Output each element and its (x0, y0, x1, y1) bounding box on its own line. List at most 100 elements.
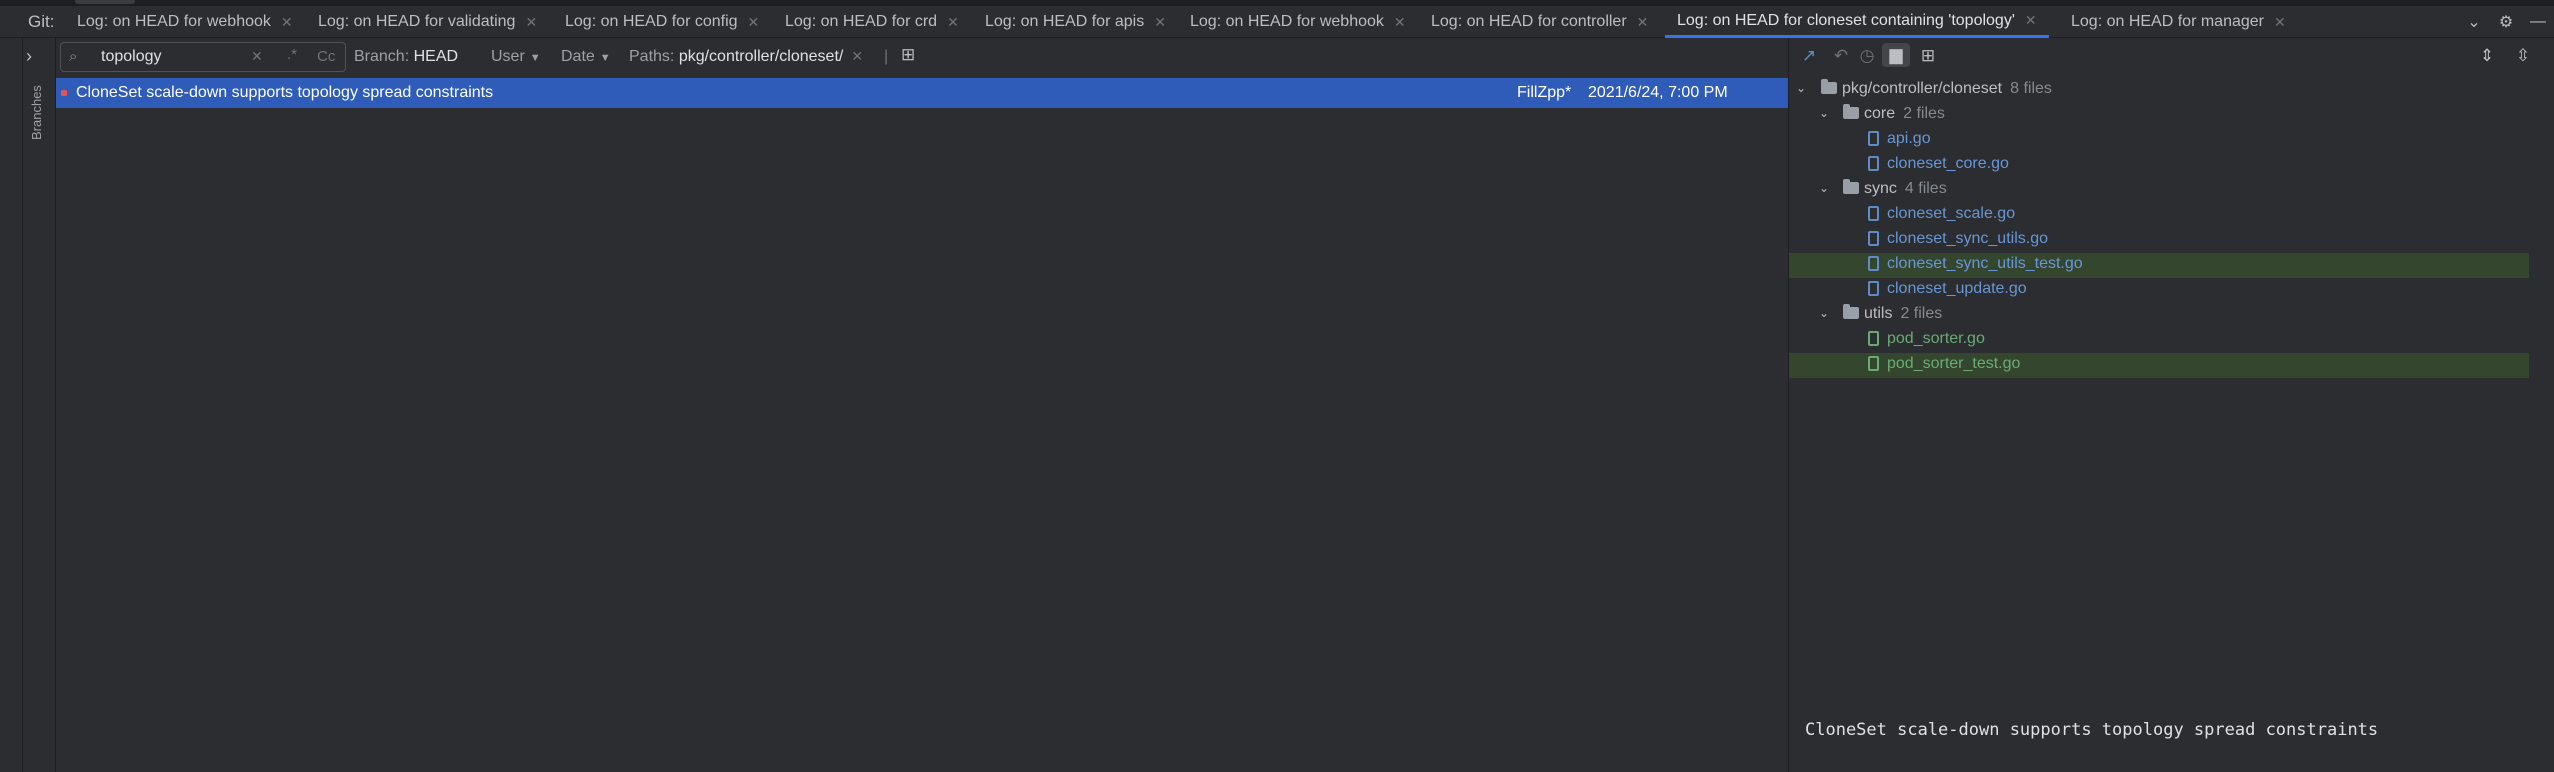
tab-log-validating[interactable]: Log: on HEAD for validating ✕ (318, 6, 537, 38)
tab-label: Log: on HEAD for controller (1431, 13, 1627, 30)
go-file-icon (1868, 331, 1879, 346)
chevron-down-icon[interactable]: ⌄ (1796, 81, 1806, 95)
minimize-icon[interactable]: — (2522, 13, 2554, 31)
user-filter[interactable]: User ▼ (491, 48, 541, 66)
revert-icon[interactable]: ↶ (1827, 46, 1855, 66)
collapse-all-icon[interactable]: ⇳ (2509, 46, 2537, 66)
go-file-icon (1868, 281, 1879, 296)
diff-icon[interactable]: ↗ (1795, 46, 1823, 66)
tree-file[interactable]: cloneset_sync_utils_test.go (1789, 253, 2529, 278)
tree-file[interactable]: cloneset_core.go (1789, 153, 2529, 178)
tree-file[interactable]: cloneset_update.go (1789, 278, 2529, 303)
tab-label: Log: on HEAD for config (565, 13, 738, 30)
tree-file[interactable]: pod_sorter.go (1789, 328, 2529, 353)
chevron-right-icon[interactable]: › (26, 46, 32, 67)
file-name: cloneset_scale.go (1887, 205, 2016, 222)
folder-icon (1843, 104, 1859, 119)
close-icon[interactable]: ✕ (2025, 12, 2037, 29)
commit-list: CloneSet scale-down supports topology sp… (56, 78, 1788, 772)
close-icon[interactable]: ✕ (947, 14, 959, 31)
close-icon[interactable]: ✕ (1394, 14, 1406, 31)
folder-name: pkg/controller/cloneset (1842, 80, 2003, 97)
close-icon[interactable]: ✕ (281, 14, 293, 31)
chevron-down-icon[interactable]: ⌄ (1819, 106, 1829, 120)
chevron-down-icon[interactable]: ⌄ (1819, 306, 1829, 320)
go-file-icon (1868, 231, 1879, 246)
git-label: Git: (28, 12, 55, 31)
regex-toggle[interactable]: .* (287, 46, 297, 63)
tree-folder-sync[interactable]: ⌄ sync 4 files (1789, 178, 2529, 203)
commit-message: CloneSet scale-down supports topology sp… (76, 84, 494, 101)
go-test-file-icon (1868, 256, 1879, 271)
folder-icon (1821, 79, 1837, 94)
tab-log-cloneset-topology[interactable]: Log: on HEAD for cloneset containing 'to… (1665, 6, 2049, 38)
changed-files-tree: ⌄ pkg/controller/cloneset 8 files ⌄ core 2… (1789, 78, 2529, 478)
tree-root[interactable]: ⌄ pkg/controller/cloneset 8 files (1789, 78, 2529, 103)
file-name: cloneset_core.go (1887, 155, 2009, 172)
filter-toolbar: ⌕ topology ✕ .* Cc Branch: HEAD User ▼ Da… (56, 38, 1788, 78)
tab-label: Log: on HEAD for crd (785, 13, 938, 30)
tab-log-apis[interactable]: Log: on HEAD for apis ✕ (985, 6, 1166, 38)
tab-log-config[interactable]: Log: on HEAD for config ✕ (565, 6, 759, 38)
close-icon[interactable]: ✕ (748, 14, 760, 31)
commit-details-message: CloneSet scale-down supports topology sp… (1805, 720, 2379, 740)
folder-name: utils (1864, 305, 1893, 322)
close-icon[interactable]: ✕ (1154, 14, 1166, 31)
tree-file[interactable]: cloneset_sync_utils.go (1789, 228, 2529, 253)
tab-log-crd[interactable]: Log: on HEAD for crd ✕ (785, 6, 959, 38)
tree-folder-utils[interactable]: ⌄ utils 2 files (1789, 303, 2529, 328)
close-icon[interactable]: ✕ (2274, 14, 2286, 31)
group-icon[interactable]: ⊞ (1914, 46, 1942, 66)
tab-log-webhook[interactable]: Log: on HEAD for webhook ✕ (77, 6, 293, 38)
toolbar-separator: | (884, 48, 889, 65)
paths-filter-label: Paths: (629, 48, 675, 65)
tab-log-controller[interactable]: Log: on HEAD for controller ✕ (1431, 6, 1648, 38)
tabbar-actions: ⌄ ⚙ — (2458, 6, 2554, 38)
branch-filter-value: HEAD (413, 48, 459, 65)
folder-icon (1843, 304, 1859, 319)
gear-icon[interactable]: ⚙ (2490, 12, 2522, 32)
file-count: 2 files (1903, 105, 1945, 122)
close-icon[interactable]: ✕ (525, 14, 537, 31)
paths-filter[interactable]: Paths: pkg/controller/cloneset/ ✕ (629, 48, 863, 66)
file-name: pod_sorter_test.go (1887, 355, 2021, 372)
file-count: 2 files (1900, 305, 1943, 322)
history-icon[interactable]: ◷ (1853, 46, 1881, 66)
paths-filter-value: pkg/controller/cloneset/ (678, 48, 844, 65)
branch-filter[interactable]: Branch: HEAD (354, 48, 458, 66)
go-file-icon (1868, 206, 1879, 221)
tab-label: Log: on HEAD for cloneset containing 'to… (1677, 11, 2015, 29)
file-name: cloneset_sync_utils_test.go (1887, 255, 2083, 272)
branch-filter-label: Branch: (354, 48, 410, 65)
folder-icon[interactable]: ▆ (1882, 43, 1910, 67)
tab-log-webhook-2[interactable]: Log: on HEAD for webhook ✕ (1190, 6, 1406, 38)
branches-panel-toggle[interactable]: Branches (29, 85, 44, 140)
left-strip (0, 38, 23, 772)
tab-log-manager[interactable]: Log: on HEAD for manager ✕ (2071, 6, 2286, 38)
commit-date: 2021/6/24, 7:00 PM (1588, 84, 1728, 101)
chevron-down-icon[interactable]: ⌄ (2458, 12, 2490, 32)
tree-file[interactable]: pod_sorter_test.go (1789, 353, 2529, 378)
close-icon[interactable]: ✕ (851, 48, 863, 64)
tab-bar: Git: Log: on HEAD for webhook ✕ Log: on H… (0, 6, 2554, 38)
search-icon: ⌕ (69, 48, 78, 65)
tree-file[interactable]: api.go (1789, 128, 2529, 153)
tree-folder-core[interactable]: ⌄ core 2 files (1789, 103, 2529, 128)
folder-name: sync (1864, 180, 1897, 197)
tree-file[interactable]: cloneset_scale.go (1789, 203, 2529, 228)
tab-label: Log: on HEAD for validating (318, 13, 516, 30)
tab-label: Log: on HEAD for apis (985, 13, 1145, 30)
user-filter-label: User (491, 48, 525, 65)
close-icon[interactable]: ✕ (1637, 14, 1649, 31)
expand-all-icon[interactable]: ⇕ (2473, 46, 2501, 66)
table-row[interactable]: CloneSet scale-down supports topology sp… (56, 78, 1788, 108)
match-case-toggle[interactable]: Cc (317, 48, 335, 65)
search-input[interactable]: ⌕ topology ✕ .* Cc (60, 42, 346, 72)
new-tab-icon[interactable]: ⊞ (901, 45, 915, 65)
chevron-down-icon[interactable]: ⌄ (1819, 181, 1829, 195)
date-filter[interactable]: Date ▼ (561, 48, 611, 66)
folder-icon (1843, 179, 1859, 194)
file-name: cloneset_sync_utils.go (1887, 230, 2048, 247)
clear-icon[interactable]: ✕ (251, 48, 263, 65)
folder-name: core (1864, 105, 1896, 122)
